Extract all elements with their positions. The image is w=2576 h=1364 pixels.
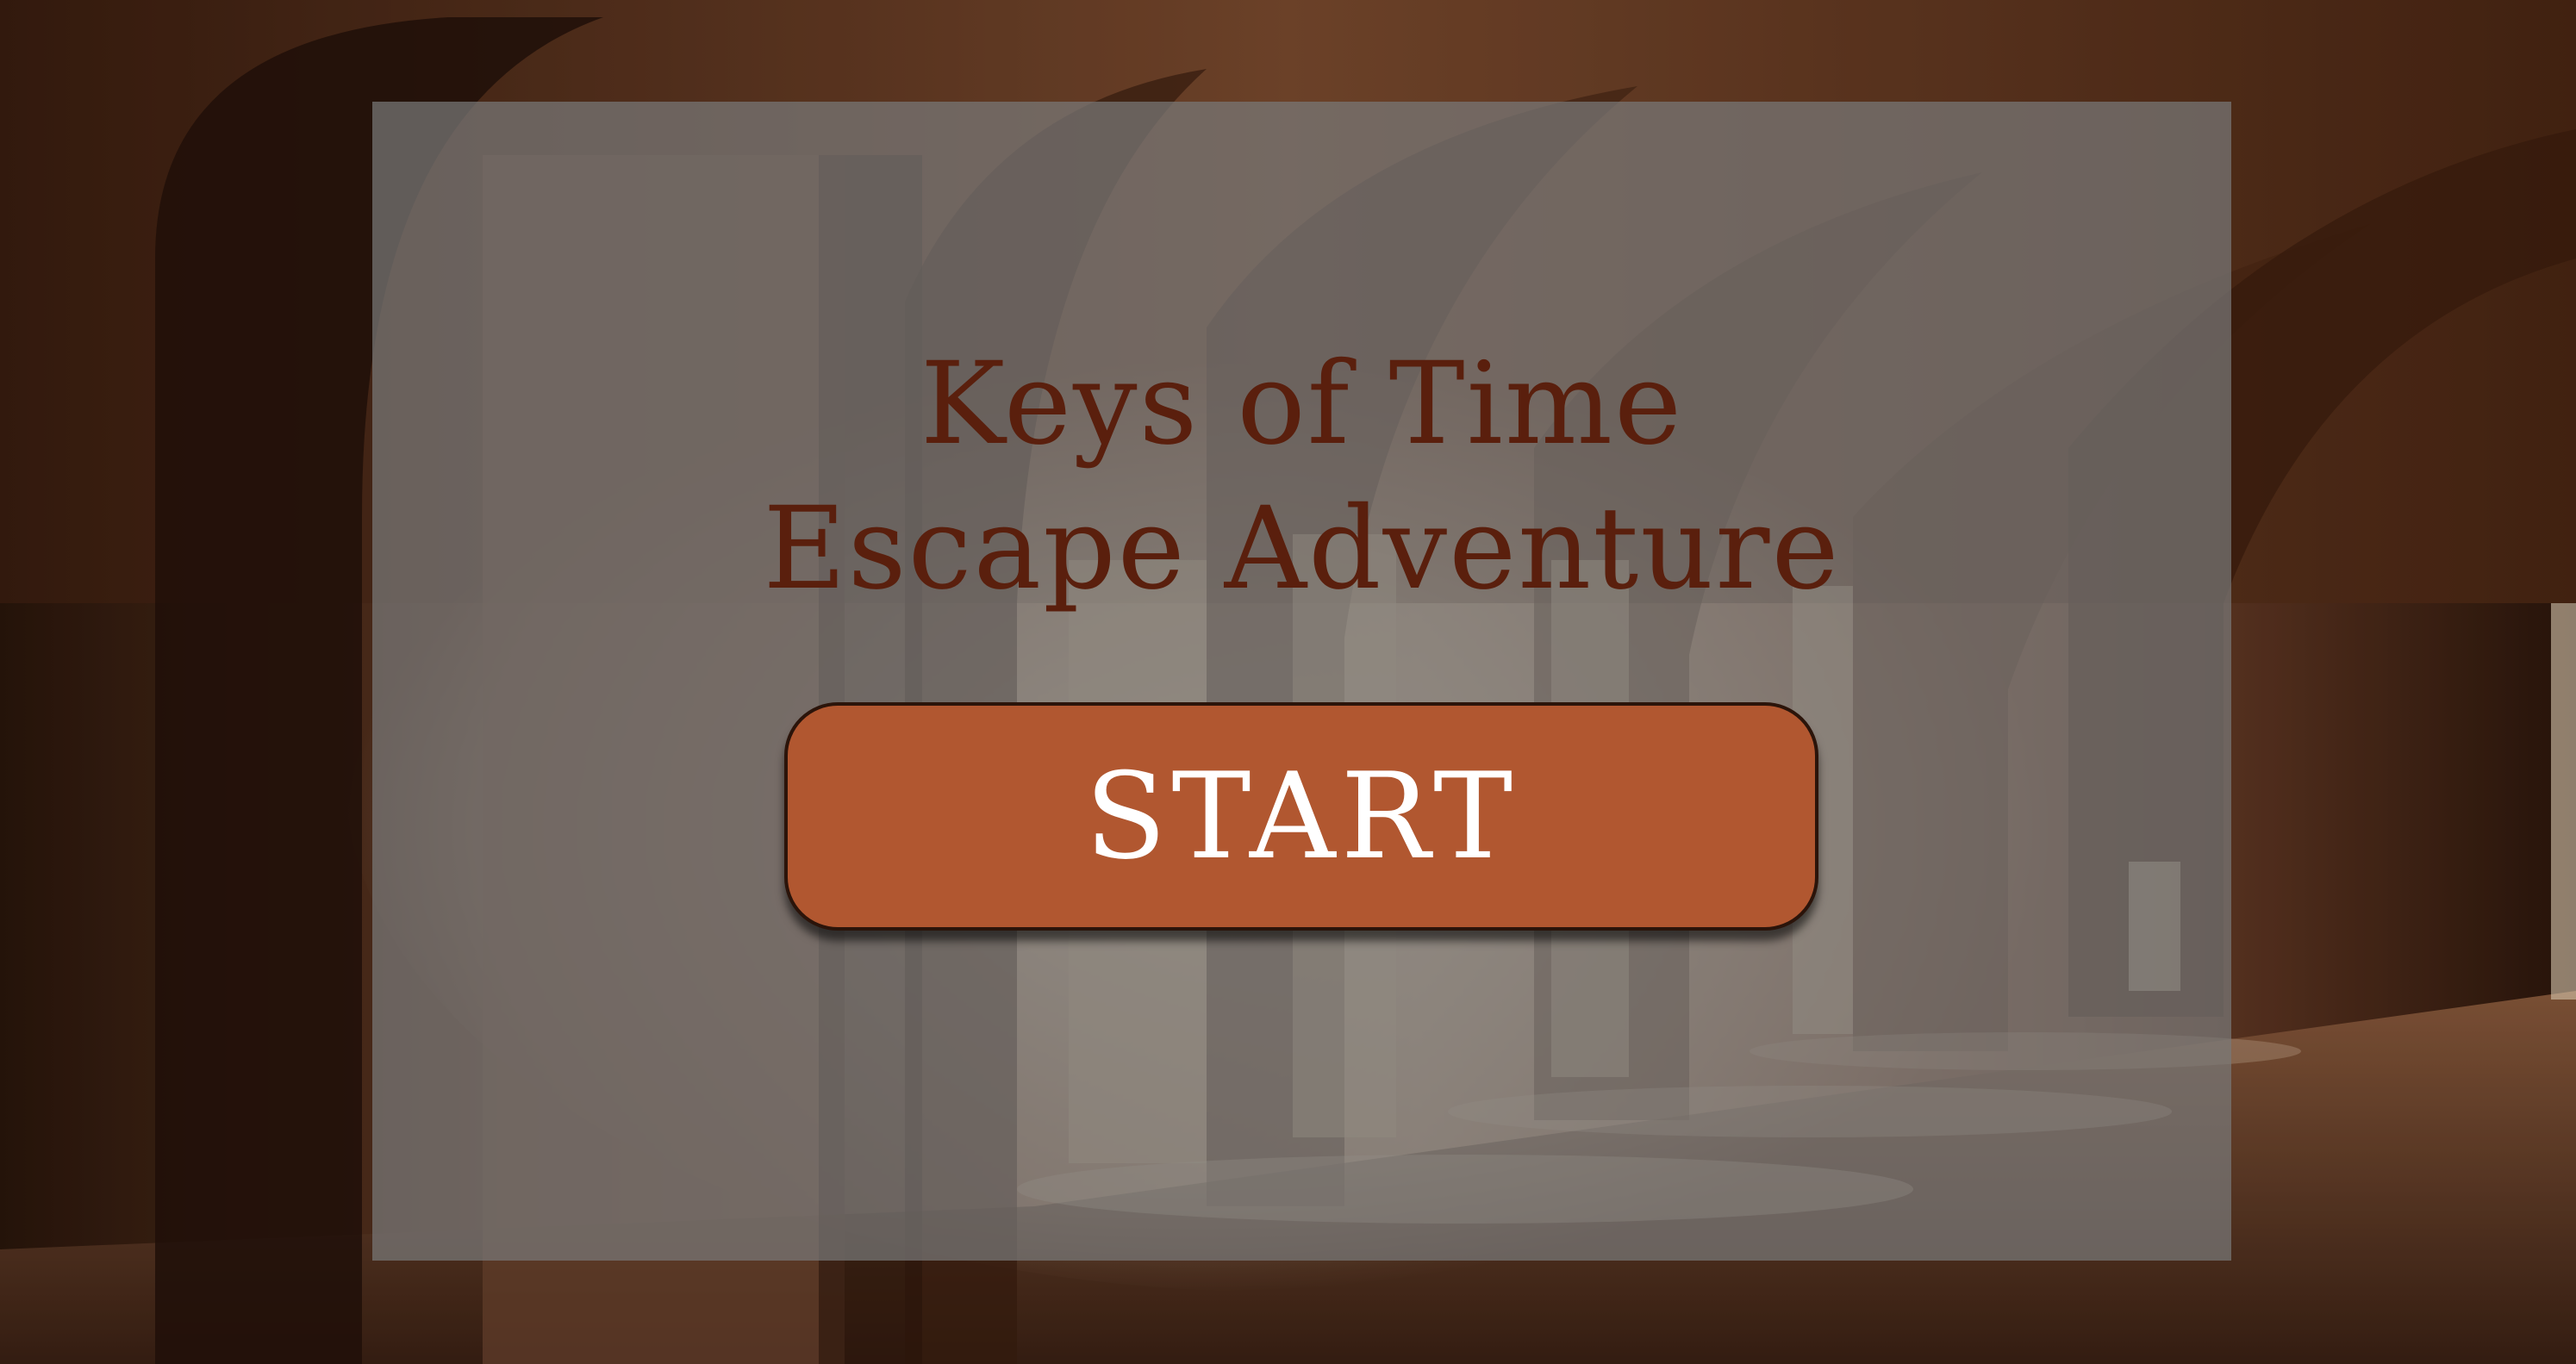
title-line-1: Keys of Time: [920, 338, 1684, 470]
game-title: Keys of Time Escape Adventure: [372, 332, 2231, 621]
title-line-2: Escape Adventure: [763, 483, 1841, 615]
start-button-label: START: [1084, 746, 1519, 886]
menu-overlay-panel: [372, 102, 2231, 1261]
start-button[interactable]: START: [784, 702, 1818, 931]
